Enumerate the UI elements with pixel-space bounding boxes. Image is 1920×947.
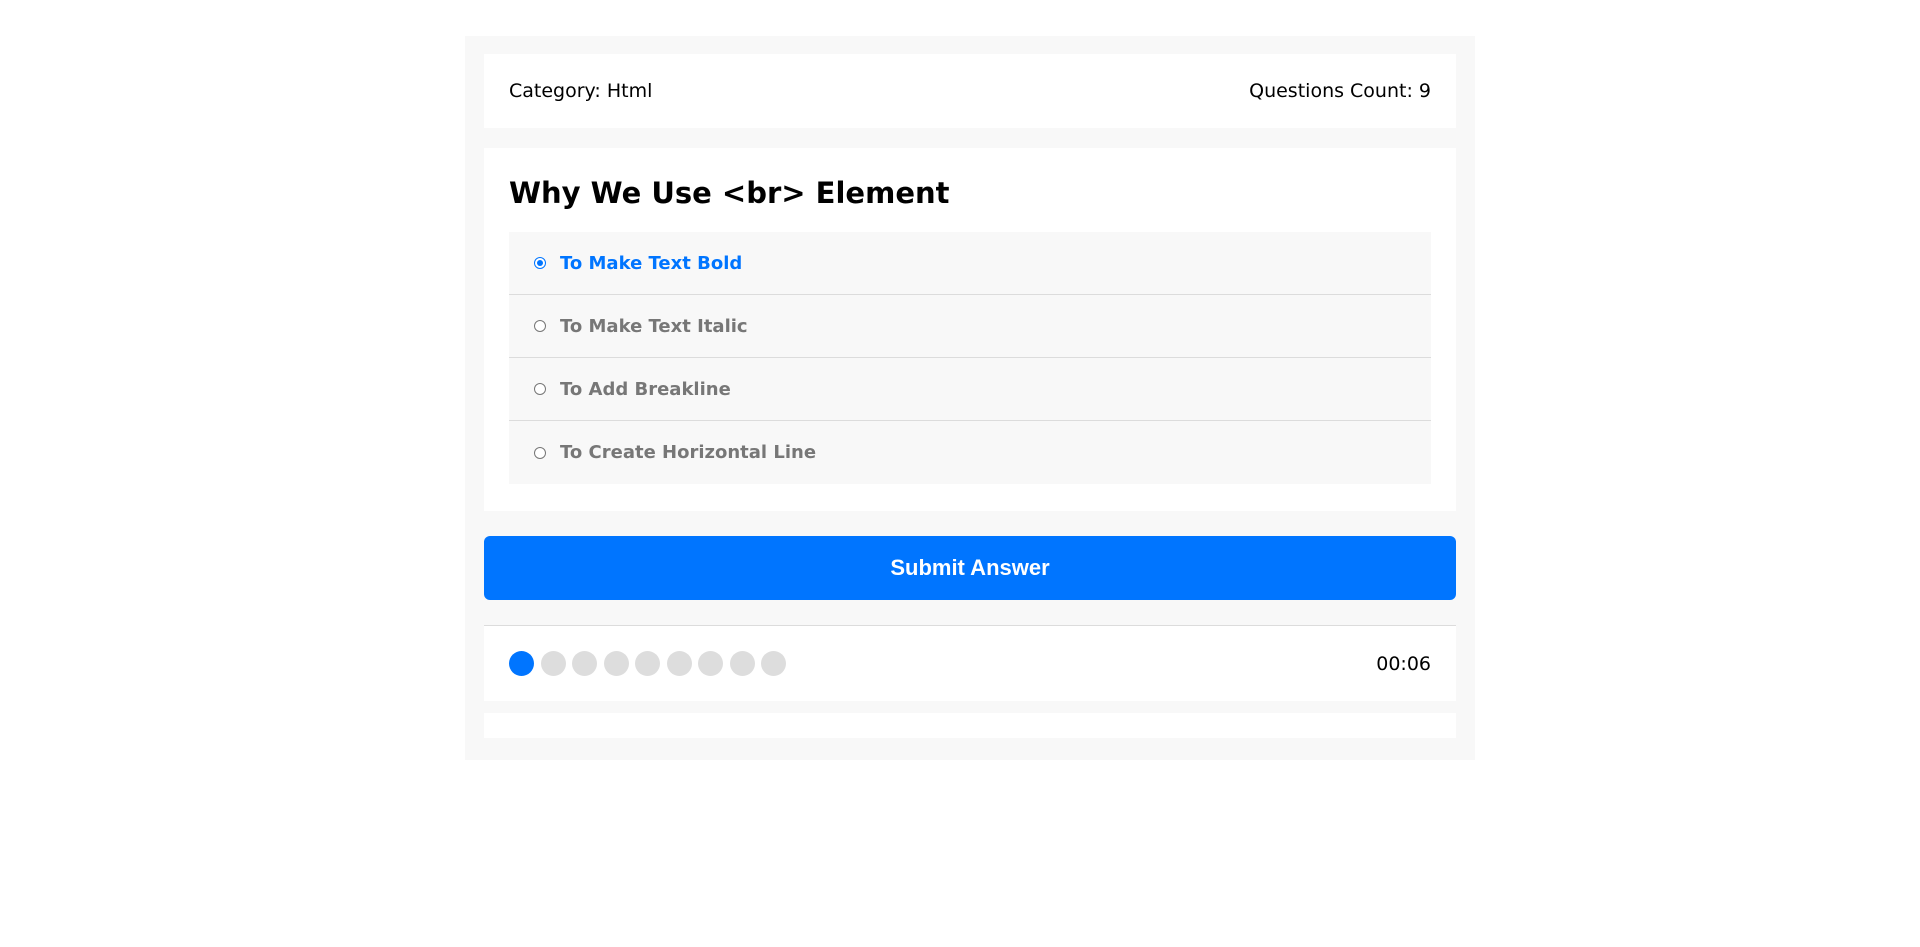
- radio-button[interactable]: [534, 320, 546, 332]
- progress-bullet: [603, 651, 629, 676]
- quiz-info-bar: Category: Html Questions Count: 9: [484, 54, 1456, 128]
- radio-button[interactable]: [534, 383, 546, 395]
- answer-option-2[interactable]: To Make Text Italic: [509, 295, 1431, 358]
- progress-bullet: [509, 651, 534, 676]
- progress-bullet: [761, 651, 786, 676]
- answer-option-3[interactable]: To Add Breakline: [509, 358, 1431, 421]
- question-title: Why We Use <br> Element: [509, 176, 950, 210]
- answers-list: To Make Text Bold To Make Text Italic To…: [509, 232, 1431, 484]
- quiz-area: Why We Use <br> Element To Make Text Bol…: [484, 148, 1456, 511]
- answer-option-1[interactable]: To Make Text Bold: [509, 232, 1431, 295]
- answer-label[interactable]: To Create Horizontal Line: [560, 442, 816, 463]
- progress-bullet: [698, 651, 723, 676]
- answer-label[interactable]: To Make Text Bold: [560, 253, 742, 274]
- questions-count-label: Questions Count: 9: [1249, 80, 1431, 102]
- progress-bullet: [666, 651, 692, 676]
- countdown-timer: 00:06: [1376, 652, 1431, 675]
- answer-option-4[interactable]: To Create Horizontal Line: [509, 421, 1431, 484]
- progress-bullets: [509, 651, 793, 676]
- progress-bullet: [729, 651, 755, 676]
- progress-bullet: [540, 651, 566, 676]
- radio-button[interactable]: [534, 446, 546, 459]
- radio-button[interactable]: [534, 257, 546, 269]
- answer-label[interactable]: To Add Breakline: [560, 379, 731, 400]
- category-label: Category: Html: [509, 80, 653, 102]
- quiz-app: Category: Html Questions Count: 9 Why We…: [465, 36, 1475, 760]
- submit-answer-button[interactable]: Submit Answer: [484, 536, 1456, 600]
- progress-bullet: [572, 651, 597, 676]
- progress-bar: 00:06: [484, 625, 1456, 701]
- progress-bullet: [635, 651, 660, 676]
- results-area: [484, 713, 1456, 738]
- answer-label[interactable]: To Make Text Italic: [560, 316, 748, 337]
